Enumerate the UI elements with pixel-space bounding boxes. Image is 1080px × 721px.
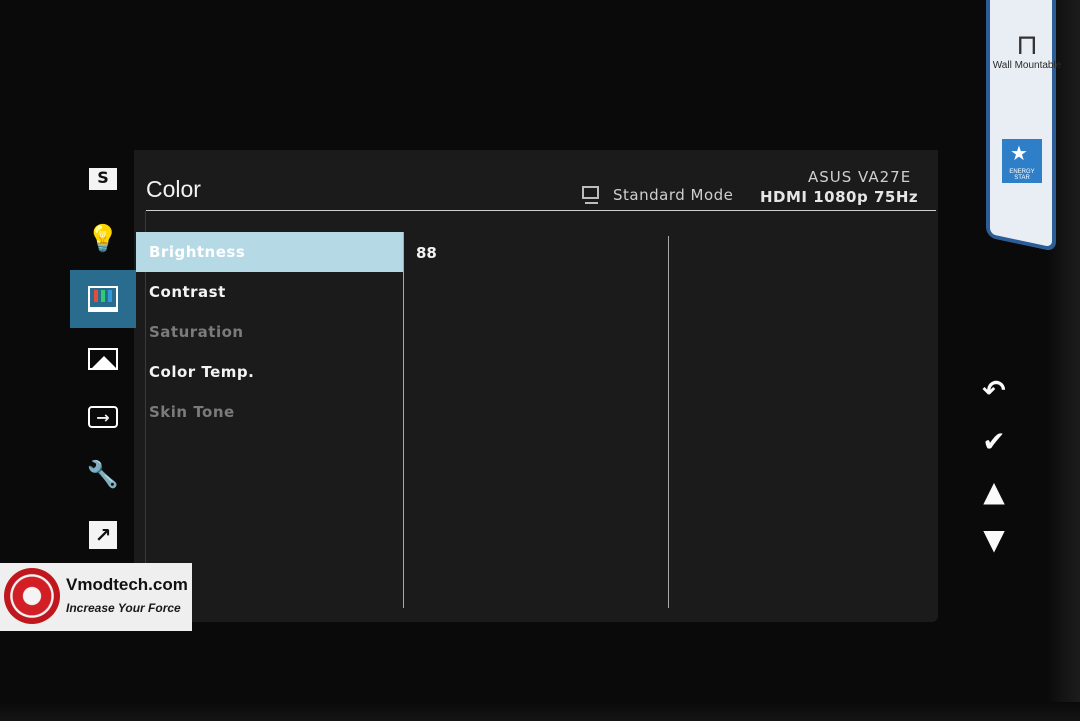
sidebar-item-splendid[interactable]: S <box>70 150 136 208</box>
osd-sidebar: S 💡 → 🔧 ↗ <box>70 150 136 620</box>
down-button[interactable]: ▼ <box>972 521 1016 557</box>
wall-mount-icon: ⊓ <box>1016 28 1038 61</box>
menu-item-brightness[interactable]: Brightness <box>136 232 403 272</box>
splendid-mode: Standard Mode <box>613 186 734 204</box>
watermark-subtitle: Increase Your Force <box>66 601 181 615</box>
image-icon <box>88 348 118 370</box>
menu-item-skin-tone: Skin Tone <box>149 403 235 421</box>
sidebar-item-system-setup[interactable]: 🔧 <box>70 446 136 504</box>
vmodtech-logo-icon <box>4 568 60 624</box>
check-icon: ✔ <box>982 424 1006 458</box>
shortcut-arrow-icon: ↗ <box>89 521 117 549</box>
energy-star-text: ENERGY STAR <box>1009 169 1035 181</box>
column-divider <box>668 236 669 608</box>
watermark: Vmodtech.com Increase Your Force <box>0 563 192 631</box>
watermark-title: Vmodtech.com <box>66 575 188 594</box>
color-menu: Brightness Contrast Saturation Color Tem… <box>136 232 403 432</box>
sidebar-item-shortcut[interactable]: ↗ <box>70 506 136 564</box>
wall-mountable-text: Wall Mountable <box>992 60 1062 71</box>
input-icon: → <box>88 406 118 428</box>
monitor-icon <box>582 186 599 204</box>
menu-item-contrast[interactable]: Contrast <box>136 272 403 312</box>
star-icon: ★ <box>1010 143 1028 165</box>
sidebar-item-image[interactable] <box>70 330 136 388</box>
wall-mountable-label: ⊓ Wall Mountable <box>991 28 1063 72</box>
triangle-down-icon: ▼ <box>983 522 1005 556</box>
triangle-up-icon: ▲ <box>983 474 1005 508</box>
color-bars-icon <box>88 286 118 312</box>
return-icon: ↶ <box>982 373 1006 407</box>
input-signal: HDMI 1080p 75Hz <box>760 188 919 206</box>
up-button[interactable]: ▲ <box>972 473 1016 509</box>
confirm-button[interactable]: ✔ <box>972 423 1016 459</box>
back-button[interactable]: ↶ <box>972 372 1016 408</box>
sidebar-item-blue-light[interactable]: 💡 <box>70 210 136 268</box>
title-divider <box>146 210 936 211</box>
monitor-bezel-bottom <box>0 702 1080 721</box>
sidebar-item-color[interactable] <box>70 270 136 328</box>
menu-item-saturation: Saturation <box>149 323 244 341</box>
lightbulb-icon: 💡 <box>86 224 120 254</box>
brightness-value: 88 <box>416 244 437 262</box>
monitor-model: ASUS VA27E <box>808 168 912 186</box>
wrench-icon: 🔧 <box>86 460 120 490</box>
page-title: Color <box>146 176 201 202</box>
menu-item-color-temp[interactable]: Color Temp. <box>136 352 403 392</box>
column-divider <box>403 232 404 608</box>
splendid-s-icon: S <box>89 168 117 190</box>
sidebar-item-input-select[interactable]: → <box>70 388 136 446</box>
energy-star-logo: ★ ENERGY STAR <box>1002 139 1042 183</box>
